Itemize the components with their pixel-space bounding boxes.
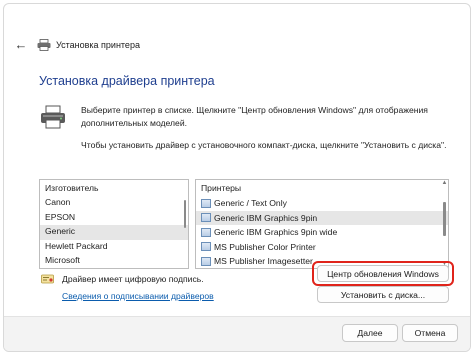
printer-item-selected[interactable]: Generic IBM Graphics 9pin [196, 210, 448, 225]
printer-model-icon [201, 256, 211, 266]
printer-model-icon [201, 227, 211, 237]
next-button[interactable]: Далее [342, 324, 398, 342]
printer-item-label: Generic IBM Graphics 9pin wide [214, 227, 338, 238]
scroll-up-icon[interactable]: ▲ [441, 180, 448, 187]
printer-item-label: MS Publisher Imagesetter [214, 256, 313, 267]
manufacturer-list[interactable]: Изготовитель Canon EPSON Generic Hewlett… [39, 179, 189, 269]
printer-item[interactable]: MS Publisher Color Printer [196, 240, 448, 255]
windows-update-button[interactable]: Центр обновления Windows [317, 265, 449, 282]
printer-item[interactable]: Generic / Text Only [196, 196, 448, 211]
printer-model-icon [201, 198, 211, 208]
cancel-button[interactable]: Отмена [402, 324, 458, 342]
printer-item[interactable]: Generic IBM Graphics 9pin wide [196, 225, 448, 240]
printer-install-window: ← Установка принтера Установка драйвера … [3, 3, 471, 352]
manufacturer-list-header: Изготовитель [45, 183, 99, 193]
printer-scrollbar[interactable]: ▲ ▼ [441, 180, 448, 268]
manufacturer-item[interactable]: EPSON [40, 211, 188, 226]
window-title: Установка принтера [56, 40, 140, 50]
printer-item-label: Generic / Text Only [214, 198, 287, 209]
signature-status: Драйвер имеет цифровую подпись. [62, 274, 204, 284]
manufacturer-scrollbar[interactable] [182, 180, 188, 268]
manufacturer-item-selected[interactable]: Generic [40, 225, 188, 240]
manufacturer-item[interactable]: Canon [40, 196, 188, 211]
dialog-footer [4, 316, 470, 351]
printer-large-icon [40, 105, 66, 129]
printer-icon [37, 39, 51, 51]
printer-item-label: MS Publisher Color Printer [214, 241, 316, 252]
printer-list-header: Принтеры [201, 183, 242, 193]
scrollbar-thumb[interactable] [443, 202, 446, 236]
printer-model-icon [201, 242, 211, 252]
signed-driver-icon [41, 274, 54, 284]
driver-signing-link[interactable]: Сведения о подписывании драйверов [62, 291, 214, 301]
scrollbar-thumb[interactable] [184, 200, 186, 228]
printer-list[interactable]: Принтеры Generic / Text Only Generic IBM… [195, 179, 449, 269]
manufacturer-item[interactable]: Microsoft [40, 254, 188, 268]
back-arrow-icon[interactable]: ← [12, 35, 30, 53]
printer-item-label: Generic IBM Graphics 9pin [214, 212, 318, 223]
page-heading: Установка драйвера принтера [39, 74, 215, 88]
printer-model-icon [201, 213, 211, 223]
description-select: Выберите принтер в списке. Щелкните "Цен… [81, 105, 428, 128]
manufacturer-item[interactable]: Hewlett Packard [40, 240, 188, 255]
have-disk-button[interactable]: Установить с диска... [317, 286, 449, 303]
description-disk: Чтобы установить драйвер с установочного… [81, 140, 447, 150]
